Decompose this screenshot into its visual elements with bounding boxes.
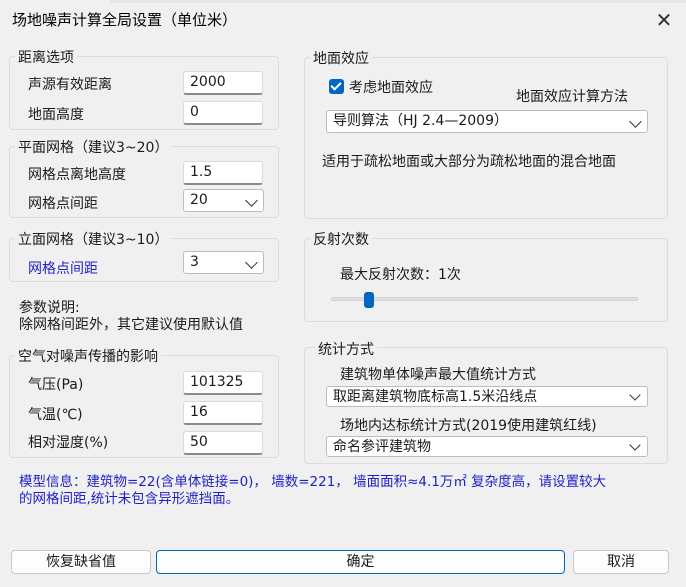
chevron-down-icon [629,439,641,451]
ground-height-label: 地面高度 [28,107,84,123]
reflection-slider-thumb[interactable] [364,292,374,308]
site-stat-select[interactable]: 命名参评建筑物 [326,436,648,457]
ground-effect-checkbox[interactable] [329,79,344,94]
distance-legend: 距离选项 [15,47,77,67]
grid-spacing-select[interactable]: 20 [183,189,264,212]
source-distance-input[interactable]: 2000 [183,71,263,95]
ground-method-select[interactable]: 导则算法（HJ 2.4—2009） [326,110,648,133]
temperature-input[interactable]: 16 [183,401,263,425]
humidity-input[interactable]: 50 [183,431,263,455]
chevron-down-icon [245,256,258,269]
chevron-down-icon [629,389,641,401]
reflection-slider-track[interactable] [331,297,638,301]
ground-method-label: 地面效应计算方法 [516,89,628,105]
ok-button[interactable]: 确定 [156,550,565,574]
cancel-button[interactable]: 取消 [573,550,669,574]
facade-spacing-label: 网格点间距 [28,261,98,277]
ground-method-value: 导则算法（HJ 2.4—2009） [333,113,508,129]
window-title: 场地噪声计算全局设置（单位米） [12,11,238,29]
statistics-legend: 统计方式 [315,339,377,359]
ground-effect-description: 适用于疏松地面或大部分为疏松地面的混合地面 [322,154,616,170]
notes-text: 除网格间距外，其它建议使用默认值 [19,317,243,333]
title-bar-strip [110,0,686,3]
grid-height-input[interactable]: 1.5 [183,161,263,185]
ground-height-input[interactable]: 0 [183,101,263,125]
close-icon[interactable]: ✕ [652,8,676,32]
ground-effect-checkbox-label[interactable]: 考虑地面效应 [349,77,433,97]
site-stat-value: 命名参评建筑物 [333,439,431,455]
grid-spacing-value: 20 [190,192,208,208]
building-max-value: 取距离建筑物底标高1.5米沿线点 [333,389,538,405]
plane-grid-legend: 平面网格（建议3~20） [15,137,172,157]
facade-spacing-select[interactable]: 3 [183,251,264,274]
facade-spacing-value: 3 [190,254,199,270]
facade-grid-legend: 立面网格（建议3~10） [15,229,172,249]
chevron-down-icon [245,194,258,207]
site-stat-label: 场地内达标统计方式(2019使用建筑红线) [340,418,597,434]
building-max-select[interactable]: 取距离建筑物底标高1.5米沿线点 [326,386,648,407]
chevron-down-icon [629,115,642,128]
building-max-label: 建筑物单体噪声最大值统计方式 [340,367,536,383]
air-legend: 空气对噪声传播的影响 [15,346,161,366]
max-reflection-label: 最大反射次数：1次 [340,267,461,283]
restore-defaults-button[interactable]: 恢复缺省值 [11,550,151,574]
temperature-label: 气温(℃) [28,407,83,423]
pressure-label: 气压(Pa) [28,377,84,393]
source-distance-label: 声源有效距离 [28,77,112,93]
pressure-input[interactable]: 101325 [183,371,263,395]
model-info-line2: 的网格间距,统计未包含异形遮挡面。 [19,491,240,507]
ground-effect-legend: 地面效应 [310,48,372,68]
checkmark-icon [330,79,342,91]
grid-height-label: 网格点离地高度 [28,167,126,183]
reflection-legend: 反射次数 [310,229,372,249]
humidity-label: 相对湿度(%) [28,435,109,451]
grid-spacing-label: 网格点间距 [28,196,98,212]
